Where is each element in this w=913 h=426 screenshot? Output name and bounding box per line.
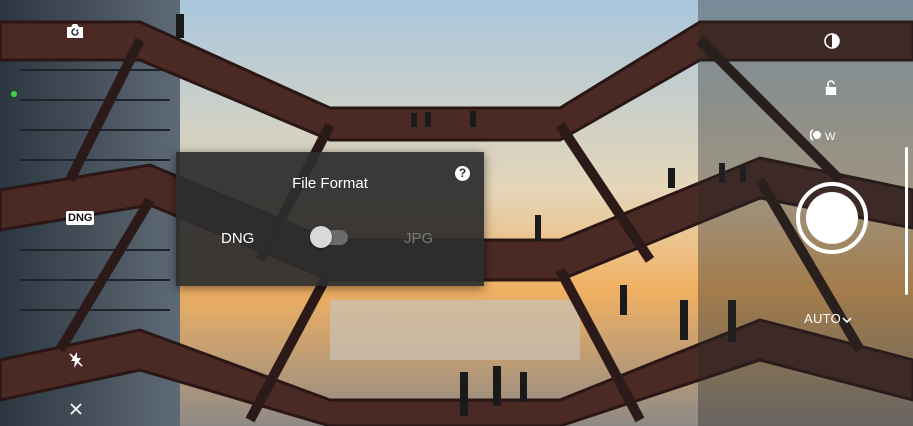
white-balance-suffix: W [825, 131, 836, 143]
scene-mode-label: AUTO [804, 311, 842, 326]
white-balance-control[interactable]: W [809, 128, 836, 145]
shutter-button-inner [806, 192, 858, 244]
format-badge[interactable]: DNG [66, 211, 95, 225]
format-option-dng[interactable]: DNG [221, 230, 254, 247]
close-icon[interactable] [70, 403, 82, 415]
status-indicator-dot [11, 91, 17, 97]
zoom-slider-track[interactable] [905, 147, 908, 295]
camera-switch-icon[interactable] [66, 23, 84, 39]
dialog-title: File Format [292, 175, 368, 192]
format-option-jpg[interactable]: JPG [404, 230, 433, 247]
format-toggle[interactable] [310, 225, 350, 249]
scene-mode-selector[interactable]: AUTO [804, 311, 852, 327]
unlock-icon[interactable] [825, 80, 837, 96]
flash-off-icon[interactable] [69, 351, 83, 369]
help-icon[interactable]: ? [455, 166, 470, 181]
file-format-dialog: File Format ? DNG JPG [176, 152, 484, 286]
toggle-knob [310, 226, 332, 248]
wb-tungsten-icon [809, 128, 824, 145]
camera-screen: DNG W AUTO File Format ? DNG JPG [0, 0, 913, 426]
chevron-down-icon [842, 312, 852, 327]
filter-icon[interactable] [824, 33, 840, 49]
shutter-button[interactable] [796, 182, 868, 254]
